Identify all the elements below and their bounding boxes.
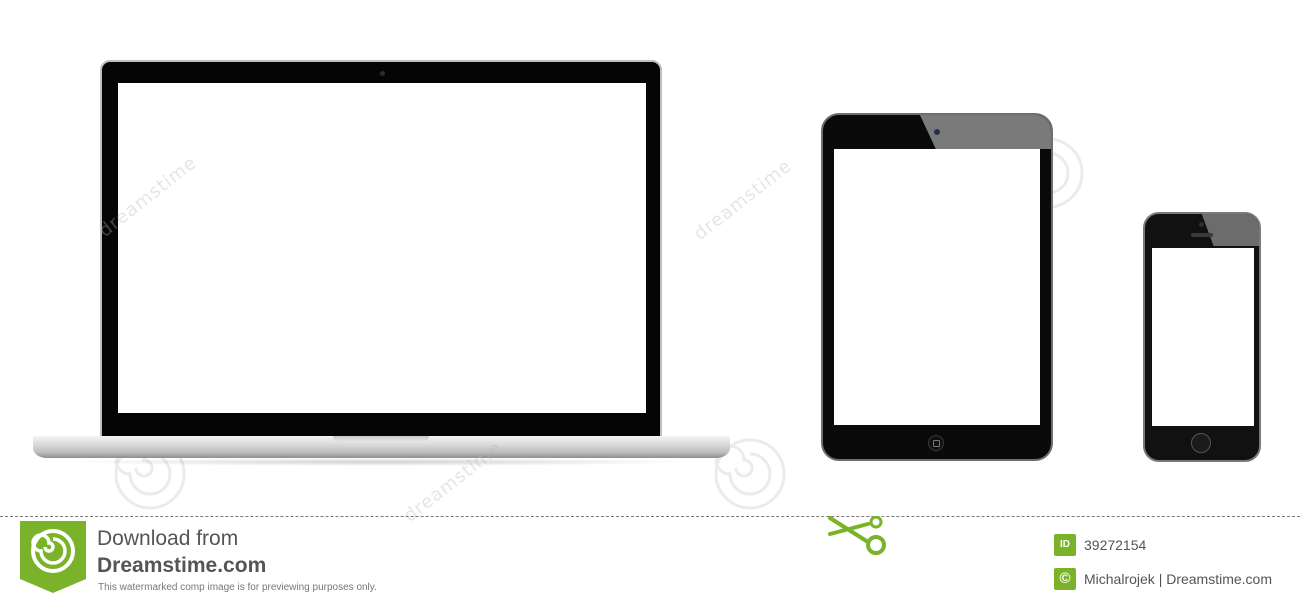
laptop-opening-notch	[333, 436, 429, 442]
image-id: 39272154	[1084, 537, 1147, 553]
cut-line-divider	[0, 516, 1300, 517]
laptop-lid	[100, 60, 662, 438]
tablet-screen	[834, 149, 1040, 425]
laptop-base	[33, 436, 730, 458]
phone-device	[1143, 212, 1261, 462]
author-credit: Michalrojek | Dreamstime.com	[1084, 571, 1273, 587]
tablet-device	[821, 113, 1053, 461]
dreamstime-logo-icon	[20, 521, 86, 593]
phone-speaker	[1191, 233, 1213, 237]
laptop-screen	[118, 83, 646, 413]
phone-home-button	[1191, 433, 1211, 453]
laptop-shadow	[60, 458, 700, 466]
scissors-icon	[828, 516, 886, 555]
phone-glare	[1201, 214, 1259, 246]
phone-screen	[1152, 248, 1254, 426]
copyright-icon: ©	[1054, 568, 1076, 590]
tablet-camera	[934, 129, 940, 135]
laptop-camera	[380, 71, 385, 76]
tablet-home-button	[928, 435, 944, 451]
brand-name: Dreamstime.com	[97, 554, 267, 577]
download-title: Download from	[97, 527, 239, 550]
phone-camera	[1199, 222, 1204, 227]
device-mockup-scene: dreamstime dreamstime dreamstime	[0, 0, 1300, 527]
watermark-text: dreamstime	[690, 155, 797, 245]
preview-note: This watermarked comp image is for previ…	[98, 582, 377, 593]
id-badge-icon: ID	[1054, 534, 1076, 556]
